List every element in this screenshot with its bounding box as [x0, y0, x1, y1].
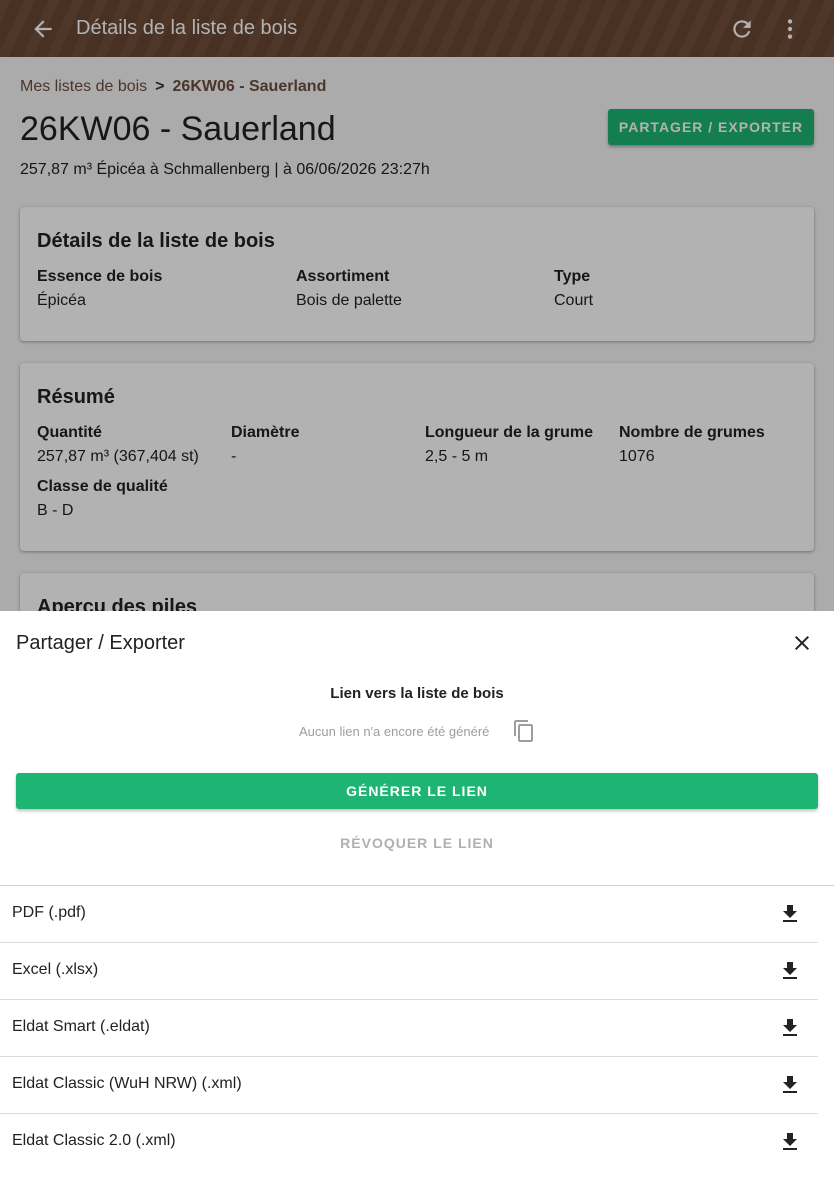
close-icon[interactable]	[790, 631, 814, 655]
generate-link-button[interactable]: GÉNÉRER LE LIEN	[16, 773, 818, 809]
modal-scrim[interactable]	[0, 0, 834, 611]
export-label: Excel (.xlsx)	[12, 961, 99, 978]
revoke-link-button[interactable]: RÉVOQUER LE LIEN	[16, 825, 818, 861]
sheet-title: Partager / Exporter	[16, 632, 185, 654]
share-export-sheet: Partager / Exporter Lien vers la liste d…	[0, 611, 834, 1194]
download-icon[interactable]	[778, 1016, 802, 1040]
export-list: PDF (.pdf) Excel (.xlsx) Eldat Smart (.e…	[0, 886, 834, 1170]
export-eldat-smart-row[interactable]: Eldat Smart (.eldat)	[0, 1000, 818, 1057]
link-status-text: Aucun lien n'a encore été généré	[299, 724, 490, 739]
export-label: Eldat Smart (.eldat)	[12, 1018, 150, 1035]
export-label: Eldat Classic 2.0 (.xml)	[12, 1132, 176, 1149]
copy-icon[interactable]	[512, 719, 536, 743]
export-label: Eldat Classic (WuH NRW) (.xml)	[12, 1075, 242, 1092]
link-heading: Lien vers la liste de bois	[330, 685, 504, 702]
download-icon[interactable]	[778, 959, 802, 983]
download-icon[interactable]	[778, 1073, 802, 1097]
export-pdf-row[interactable]: PDF (.pdf)	[0, 886, 818, 943]
download-icon[interactable]	[778, 902, 802, 926]
export-label: PDF (.pdf)	[12, 904, 86, 921]
export-eldat-classic-wuh-row[interactable]: Eldat Classic (WuH NRW) (.xml)	[0, 1057, 818, 1114]
export-eldat-classic-2-row[interactable]: Eldat Classic 2.0 (.xml)	[0, 1114, 818, 1170]
export-excel-row[interactable]: Excel (.xlsx)	[0, 943, 818, 1000]
download-icon[interactable]	[778, 1130, 802, 1154]
